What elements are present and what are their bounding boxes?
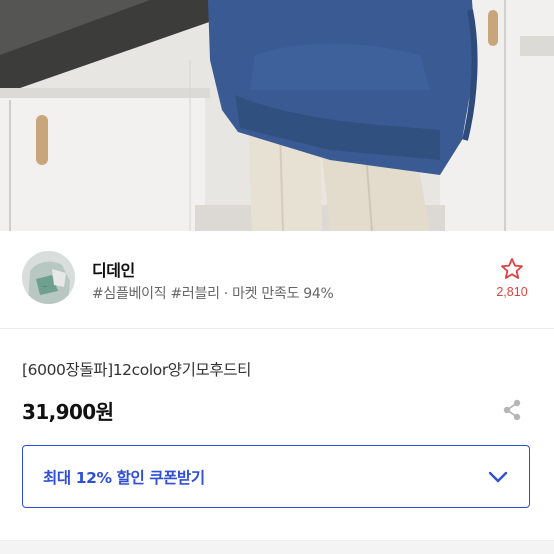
coupon-label: 최대 12% 할인 쿠폰받기 — [43, 469, 205, 487]
chevron-down-icon — [488, 471, 508, 483]
product-title: [6000장돌파]12color양기모후드티 — [22, 361, 251, 379]
star-outline-icon — [501, 258, 523, 279]
store-section — [0, 231, 554, 329]
favorite-button[interactable]: 2,810 — [492, 257, 532, 299]
store-avatar-icon[interactable]: ~ — [22, 251, 75, 304]
favorite-count: 2,810 — [496, 285, 528, 299]
svg-text:~: ~ — [42, 283, 48, 291]
product-photo — [0, 0, 554, 231]
section-divider-bottom — [0, 540, 554, 554]
share-icon[interactable] — [500, 398, 524, 422]
section-divider — [0, 328, 554, 329]
store-tags: #심플베이직 #러블리 · 마켓 만족도 94% — [92, 286, 334, 302]
coupon-button[interactable]: 최대 12% 할인 쿠폰받기 — [22, 445, 530, 508]
product-price: 31,900원 — [22, 400, 114, 424]
store-name[interactable]: 디데인 — [92, 257, 135, 281]
